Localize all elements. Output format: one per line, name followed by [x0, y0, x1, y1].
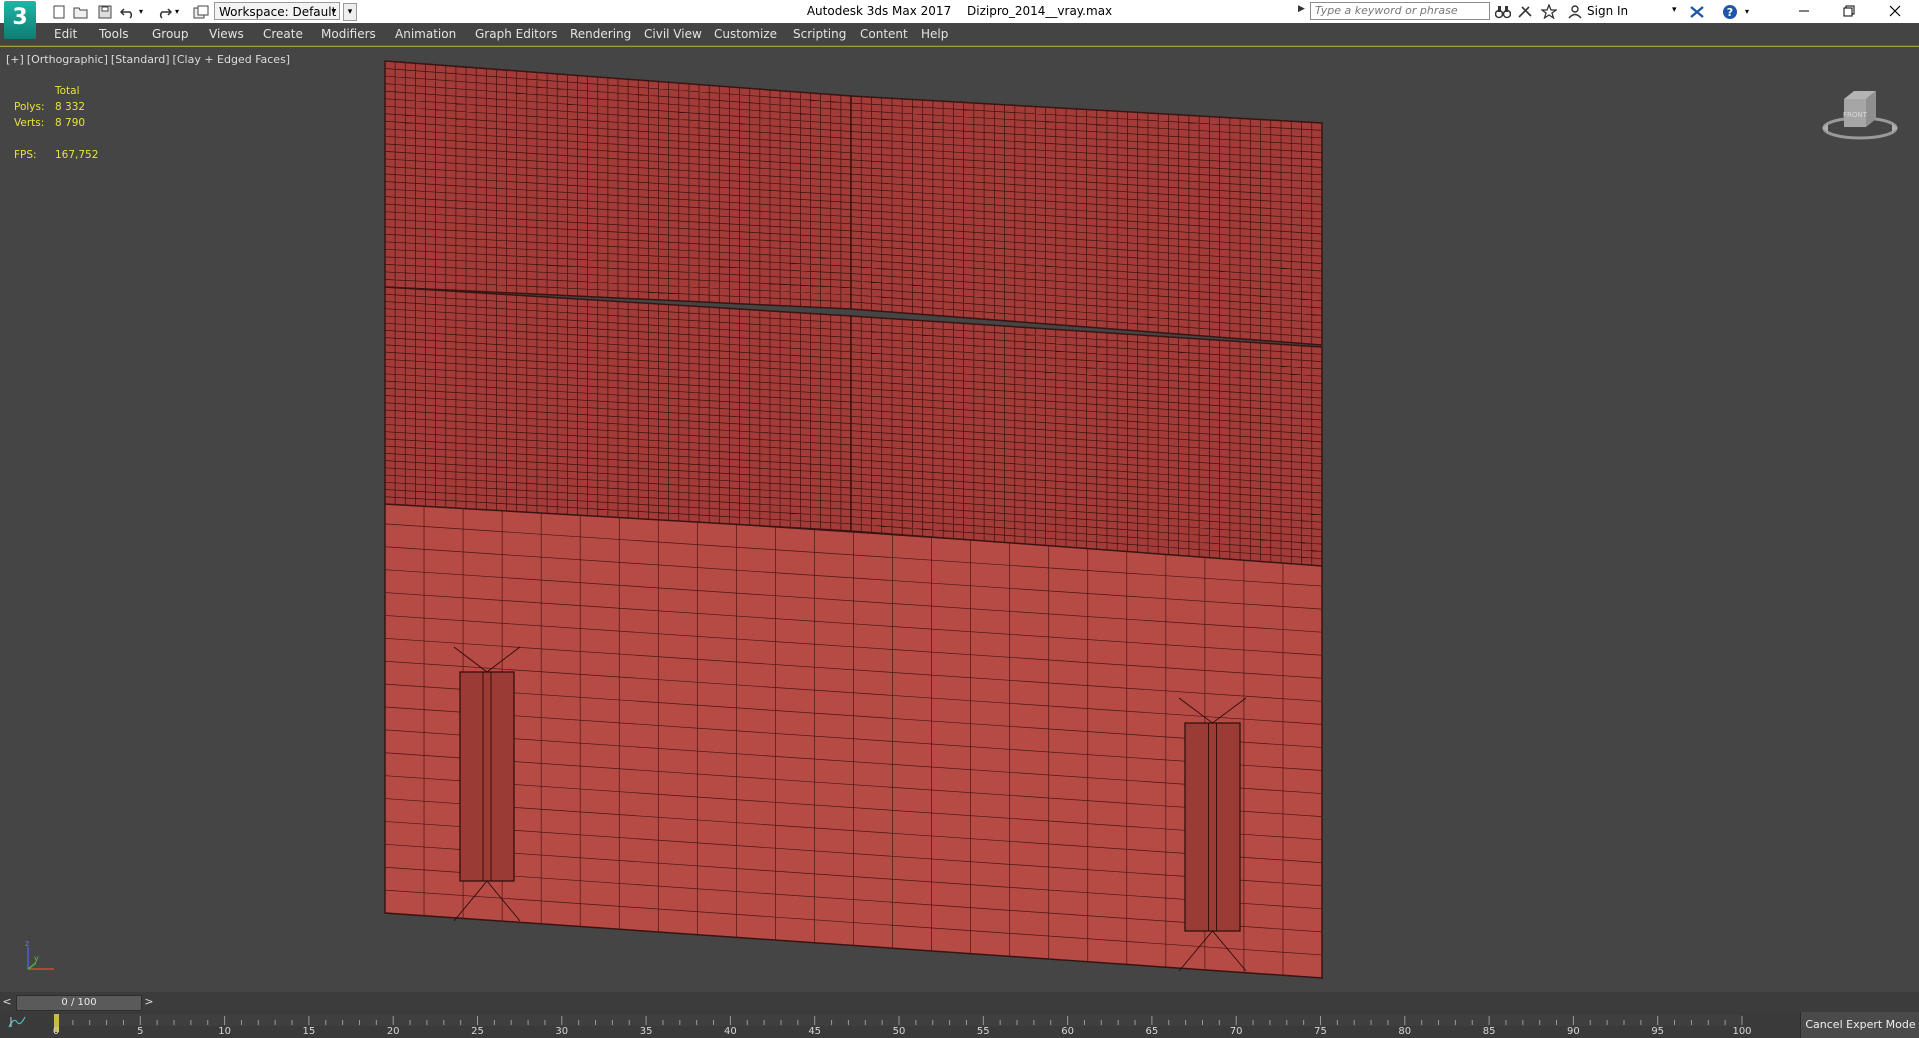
open-file-icon[interactable] [72, 3, 90, 20]
trackbar-tick-label: 85 [1482, 1026, 1496, 1037]
help-icon[interactable]: ? [1721, 3, 1739, 20]
leg-slot-left [453, 646, 521, 922]
time-slider-bar: < 0 / 100 > [0, 992, 1919, 1012]
trackbar-tick-label: 5 [137, 1026, 144, 1037]
axis-tripod-icon: z y [25, 939, 54, 970]
menu-edit[interactable]: Edit [54, 27, 77, 41]
trackbar-tick-label: 55 [976, 1026, 990, 1037]
new-file-icon[interactable] [50, 3, 68, 20]
menu-content[interactable]: Content [860, 27, 908, 41]
menu-scripting[interactable]: Scripting [793, 27, 846, 41]
cushion-top-right [850, 95, 1323, 346]
workspace-dropdown[interactable]: Workspace: Default ▾ [214, 2, 340, 20]
menu-civil-view[interactable]: Civil View [644, 27, 702, 41]
svg-text:y: y [34, 954, 39, 963]
save-file-icon[interactable] [96, 3, 114, 20]
lower-panel-mesh [384, 500, 1323, 979]
trackbar-tick-label: 0 [52, 1026, 60, 1037]
time-slider-prev-button[interactable]: < [0, 993, 14, 1011]
menu-rendering[interactable]: Rendering [570, 27, 631, 41]
autodesk-exchange-icon[interactable] [1688, 3, 1706, 20]
undo-icon[interactable] [119, 3, 137, 20]
subscription-center-icon[interactable] [1516, 3, 1534, 20]
expand-search-icon[interactable]: ▶ [1298, 4, 1305, 14]
minimize-button[interactable] [1781, 0, 1826, 22]
cushion-top-left [384, 60, 852, 310]
trackbar-tick-label: 35 [639, 1026, 653, 1037]
keyword-search-input[interactable]: Type a keyword or phrase [1310, 2, 1490, 20]
trackbar-tick-label: 10 [218, 1026, 231, 1037]
redo-dropdown-icon[interactable]: ▾ [172, 3, 182, 20]
trackbar-tick-label: 20 [386, 1026, 400, 1037]
leg-slot-right [1178, 697, 1247, 972]
file-name: Dizipro_2014__vray.max [967, 4, 1113, 18]
app-logo-button[interactable]: 3 [4, 1, 36, 39]
app-title: Autodesk 3ds Max 2017 [806, 4, 952, 18]
trackbar-tick-label: 95 [1651, 1026, 1665, 1037]
trackbar-tick-label: 60 [1061, 1026, 1074, 1037]
cushion-bottom-left [384, 286, 852, 532]
menu-views[interactable]: Views [209, 27, 244, 41]
time-slider-next-button[interactable]: > [142, 993, 156, 1011]
trackbar-tick-label: 45 [808, 1026, 822, 1037]
viewcube-icon[interactable]: FRONT [1820, 83, 1900, 143]
menu-create[interactable]: Create [263, 27, 303, 41]
trackbar-tick-label: 15 [302, 1026, 316, 1037]
trackbar-tick-label: 90 [1567, 1026, 1580, 1037]
project-folder-icon[interactable] [192, 3, 210, 20]
restore-button[interactable] [1826, 0, 1871, 22]
trackbar-tick-label: 100 [1732, 1026, 1752, 1037]
time-slider-thumb[interactable]: 0 / 100 [16, 995, 142, 1011]
trackbar-tick-label: 70 [1229, 1026, 1243, 1037]
menu-group[interactable]: Group [152, 27, 189, 41]
menu-customize[interactable]: Customize [714, 27, 777, 41]
workspace-label: Workspace: Default [219, 5, 337, 19]
chevron-down-icon: ▾ [331, 7, 336, 17]
help-dropdown-icon[interactable]: ▾ [1742, 3, 1752, 20]
perspective-viewport[interactable]: [+] [Orthographic] [Standard] [Clay + Edged… [0, 46, 1919, 992]
trackbar-tick-label: 25 [471, 1026, 484, 1037]
close-button[interactable] [1872, 0, 1917, 22]
menu-modifiers[interactable]: Modifiers [321, 27, 376, 41]
title-bar: 3 ▾ ▾ Workspace: Default ▾ ▾ Autodesk 3d… [0, 0, 1919, 39]
menu-bar: Edit Tools Group Views Create Modifiers … [0, 23, 1919, 46]
headboard-mesh[interactable] [0, 47, 1919, 993]
trackbar-tick-label: 40 [724, 1026, 737, 1037]
menu-help[interactable]: Help [921, 27, 948, 41]
menu-animation[interactable]: Animation [395, 27, 456, 41]
menu-tools[interactable]: Tools [99, 27, 129, 41]
trackbar-tick-label: 50 [892, 1026, 906, 1037]
undo-dropdown-icon[interactable]: ▾ [136, 3, 146, 20]
trackbar-tick-label: 65 [1145, 1026, 1159, 1037]
svg-text:?: ? [1727, 6, 1733, 19]
trackbar-tick-label: 75 [1314, 1026, 1327, 1037]
trackbar-tick-label: 80 [1398, 1026, 1412, 1037]
cushion-bottom-right [850, 315, 1323, 567]
chevron-down-icon[interactable]: ▾ [1672, 5, 1677, 15]
menu-graph-editors[interactable]: Graph Editors [475, 27, 557, 41]
cancel-expert-mode-button[interactable]: Cancel Expert Mode [1800, 1012, 1919, 1038]
viewcube-face-label: FRONT [1843, 111, 1868, 119]
favorites-star-icon[interactable] [1540, 3, 1558, 20]
binoculars-icon[interactable] [1494, 3, 1512, 20]
svg-text:z: z [25, 939, 29, 948]
trackbar[interactable]: 0 5 10 15 20 25 30 35 40 45 50 55 60 65 70 75 80 85 90 95 10… [0, 1012, 1919, 1038]
customize-quick-access-icon[interactable]: ▾ [343, 3, 357, 21]
user-icon[interactable] [1566, 3, 1584, 20]
sign-in-button[interactable]: Sign In [1587, 4, 1628, 18]
trackbar-tick-label: 30 [555, 1026, 569, 1037]
redo-icon[interactable] [155, 3, 173, 20]
